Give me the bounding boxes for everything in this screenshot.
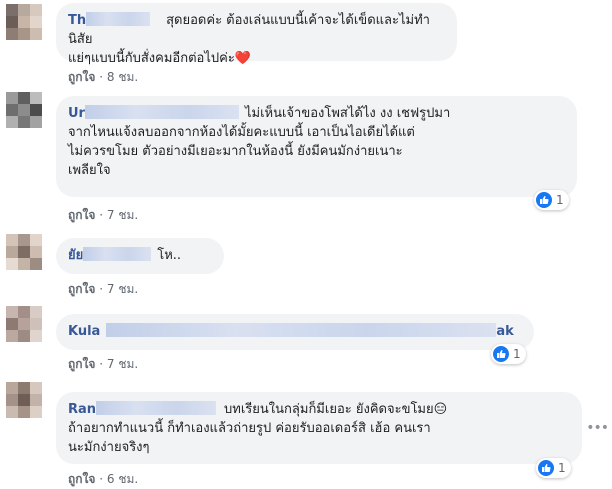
like-thumb-icon: [536, 192, 552, 208]
redacted-name: [83, 247, 152, 261]
comment-bubble: Ur ไม่เห็นเจ้าของโพสได้ไง งง เชฟรูปมา จาก…: [56, 96, 577, 197]
reaction-count[interactable]: 1: [491, 344, 526, 364]
comment-meta: ถูกใจ · 7 ชม.: [68, 206, 138, 225]
comment-text-line: นะมักง่ายจริงๆ: [68, 440, 150, 455]
comment-author-suffix[interactable]: ak: [496, 324, 513, 339]
comment-text-line: แย่ๆแบบนี้กับสั่งคมอีกต่อไปค่ะ❤️: [68, 51, 252, 66]
redacted-name: [106, 323, 497, 337]
comment-time[interactable]: 7 ชม.: [107, 357, 138, 371]
comment-bubble: Th สุดยอดค่ะ ต้องเล่นแบบนี้เค้าจะได้เข็ดแ…: [56, 3, 457, 66]
like-link[interactable]: ถูกใจ: [68, 357, 95, 371]
like-thumb-icon: [538, 460, 554, 476]
comment-time[interactable]: 8 ชม.: [107, 70, 138, 84]
comment-meta: ถูกใจ · 6 ชม.: [68, 470, 138, 489]
reaction-count[interactable]: 1: [534, 190, 569, 210]
comment-time[interactable]: 7 ชม.: [107, 282, 138, 296]
like-link[interactable]: ถูกใจ: [68, 70, 95, 84]
comment-author[interactable]: Th: [68, 13, 86, 28]
comment-text-line: เพลียใจ: [68, 163, 111, 178]
comment-text-line: ไม่เห็นเจ้าของโพสได้ไง งง เชฟรูปมา: [244, 106, 451, 121]
like-link[interactable]: ถูกใจ: [68, 208, 95, 222]
avatar[interactable]: [6, 4, 42, 40]
redacted-name: [96, 401, 217, 415]
comment-bubble: Kula ak: [56, 314, 534, 350]
meta-separator: ·: [99, 70, 104, 84]
comment-meta: ถูกใจ · 7 ชม.: [68, 280, 138, 299]
reaction-number: 1: [513, 347, 521, 361]
reaction-number: 1: [558, 461, 566, 475]
avatar[interactable]: [6, 234, 42, 270]
meta-separator: ·: [99, 282, 104, 296]
comment-bubble: ยัย โห..: [56, 238, 224, 274]
comment-meta: ถูกใจ · 7 ชม.: [68, 355, 138, 374]
more-options-icon[interactable]: •••: [586, 420, 609, 436]
meta-separator: ·: [99, 208, 104, 222]
comment-meta: ถูกใจ · 8 ชม.: [68, 68, 138, 87]
meta-separator: ·: [99, 357, 104, 371]
comment-time[interactable]: 7 ชม.: [107, 208, 138, 222]
comment-text-line: ถ้าอยากทำแนวนี้ ก็ทำเองแล้วถ่ายรูป ค่อยร…: [68, 421, 431, 436]
reaction-count[interactable]: 1: [536, 458, 571, 478]
comment-text-line: บทเรียนในกลุ่มก็มีเยอะ ยังคิดจะขโมย😑: [224, 402, 448, 417]
comment-author[interactable]: Ran: [68, 402, 96, 417]
comment-bubble: Ran บทเรียนในกลุ่มก็มีเยอะ ยังคิดจะขโมย😑 …: [56, 392, 582, 464]
comment-author[interactable]: ยัย: [68, 248, 83, 263]
like-thumb-icon: [493, 346, 509, 362]
avatar[interactable]: [6, 92, 42, 128]
reaction-number: 1: [556, 193, 564, 207]
avatar[interactable]: [6, 382, 42, 418]
avatar[interactable]: [6, 306, 42, 342]
comment-author[interactable]: Ur: [68, 106, 85, 121]
comment-text-line: โห..: [157, 248, 182, 263]
comment-text-line: ไม่ควรขโมย ตัวอย่างมีเยอะมากในห้องนี้ ยั…: [68, 144, 403, 159]
like-link[interactable]: ถูกใจ: [68, 282, 95, 296]
redacted-name: [86, 12, 151, 26]
comment-author[interactable]: Kula: [68, 324, 100, 339]
comment-text-line: จากไหนแจ้งลบออกจากห้องได้มั้ยคะแบบนี้ เอ…: [68, 125, 415, 140]
redacted-name: [84, 105, 239, 119]
